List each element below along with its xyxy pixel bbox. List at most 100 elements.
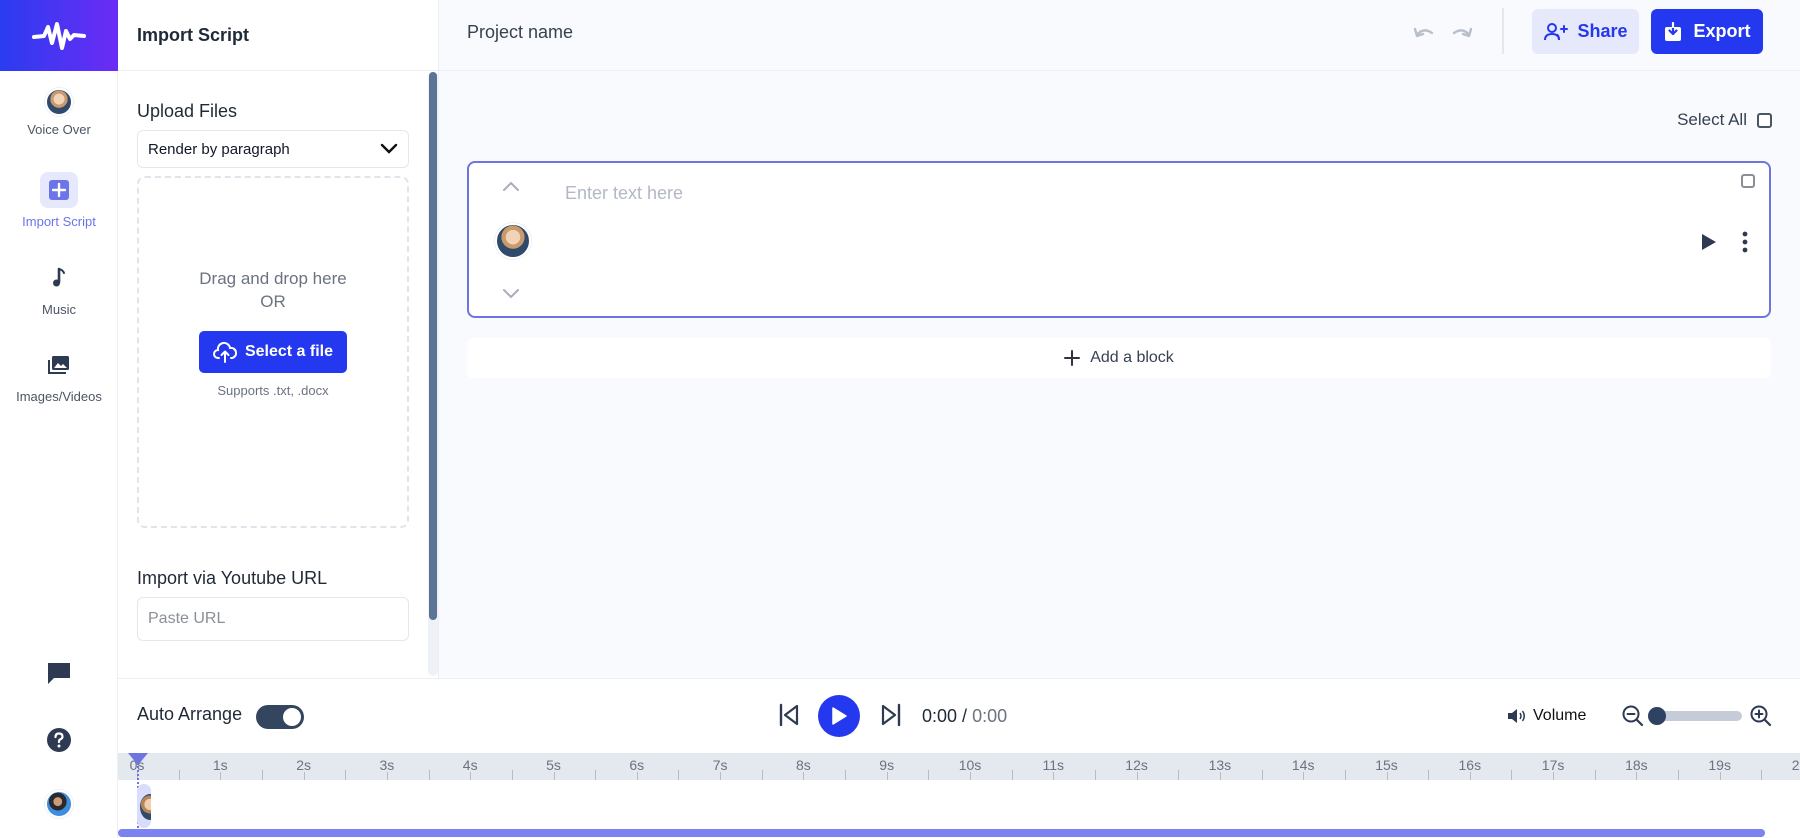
- file-dropzone[interactable]: Drag and drop here OR Select a file Supp…: [137, 176, 409, 528]
- minor-tick: [678, 770, 680, 780]
- add-block-button[interactable]: Add a block: [467, 338, 1771, 378]
- tick-label: 20s: [1791, 757, 1800, 773]
- render-mode-select[interactable]: Render by paragraph: [137, 130, 409, 168]
- voice-over-avatar: [45, 88, 73, 116]
- block-play-icon[interactable]: [1701, 233, 1717, 251]
- tick-label: 19s: [1708, 757, 1731, 773]
- help-icon: [47, 728, 71, 752]
- timeline-scrollbar[interactable]: [118, 829, 1765, 837]
- block-voice-avatar[interactable]: [495, 223, 531, 259]
- timeline[interactable]: 0s 1s 2s 3s 4s 5s 6s 7s 8s 9s 10s 11s 12s 13s 14s 15s 16…: [118, 753, 1800, 838]
- panel-scrollbar-thumb[interactable]: [429, 72, 437, 620]
- speaker-icon: [1508, 709, 1525, 723]
- image-gallery-icon: [48, 356, 69, 374]
- chat-button[interactable]: [0, 660, 118, 686]
- minor-tick: [928, 770, 930, 780]
- chat-icon: [48, 663, 70, 684]
- rail-item-images-videos[interactable]: Images/Videos: [0, 347, 118, 404]
- toggle-knob: [283, 708, 301, 726]
- block-text-input[interactable]: [565, 183, 1615, 204]
- volume-label: Volume: [1533, 707, 1587, 724]
- tick-label: 16s: [1458, 757, 1482, 773]
- major-tick: [803, 772, 805, 780]
- rail-item-label: Images/Videos: [16, 389, 102, 404]
- rail-item-music[interactable]: Music: [0, 260, 118, 317]
- current-time: 0:00: [922, 706, 958, 726]
- editor-main: Project name Share Export Select All Ent…: [439, 0, 1800, 678]
- download-box-icon: [1665, 21, 1682, 41]
- chevron-down-icon: [380, 143, 398, 154]
- auto-arrange-toggle[interactable]: [256, 705, 304, 729]
- skip-forward-icon[interactable]: [880, 703, 902, 727]
- project-name[interactable]: Project name: [467, 22, 573, 43]
- play-button[interactable]: [818, 695, 860, 737]
- minor-tick: [511, 770, 513, 780]
- top-bar: Project name Share Export: [439, 0, 1800, 71]
- or-text: OR: [260, 291, 286, 311]
- major-tick: [970, 772, 971, 780]
- select-file-button[interactable]: Select a file: [198, 330, 348, 373]
- major-tick: [220, 772, 222, 780]
- volume-button[interactable]: Volume: [1507, 707, 1586, 725]
- tick-label: 17s: [1541, 757, 1565, 773]
- more-options-icon[interactable]: [1741, 231, 1749, 253]
- minor-tick: [1094, 770, 1096, 780]
- clip-voice-avatar: [140, 794, 151, 820]
- supported-formats-text: Supports .txt, .docx: [217, 382, 329, 398]
- player-bar: Auto Arrange 0:00 / 0:00 Volume: [118, 678, 1800, 753]
- redo-icon: [1452, 27, 1473, 38]
- minor-tick: [261, 770, 263, 780]
- major-tick: [1053, 772, 1055, 780]
- zoom-slider-handle[interactable]: [1648, 707, 1666, 725]
- waveform-logo-icon: [32, 21, 86, 50]
- move-up-icon[interactable]: [501, 179, 521, 193]
- rail-item-label: Voice Over: [27, 122, 91, 137]
- timeline-clip[interactable]: [137, 784, 151, 828]
- music-note-icon: [53, 267, 65, 287]
- skip-back-icon[interactable]: [778, 703, 800, 727]
- major-tick: [1386, 772, 1388, 780]
- rail-item-import-script[interactable]: Import Script: [0, 172, 118, 229]
- time-separator: /: [957, 706, 973, 726]
- minor-tick: [1678, 770, 1680, 780]
- tick-label: 18s: [1625, 757, 1648, 773]
- major-tick: [1469, 772, 1471, 780]
- major-tick: [386, 772, 388, 780]
- panel-title: Import Script: [118, 0, 438, 71]
- move-down-icon[interactable]: [501, 287, 521, 301]
- zoom-out-icon[interactable]: [1622, 705, 1644, 727]
- tick-label: 4s: [462, 757, 478, 773]
- upload-files-title: Upload Files: [137, 101, 238, 121]
- rail-item-voice-over[interactable]: Voice Over: [0, 88, 118, 137]
- select-all-toggle[interactable]: Select All: [1677, 110, 1772, 130]
- panel-scrollbar[interactable]: [428, 72, 438, 676]
- minor-tick: [428, 770, 430, 780]
- minor-tick: [1594, 770, 1596, 780]
- panel-body: Upload Files Render by paragraph Drag an…: [137, 71, 409, 641]
- app-logo[interactable]: [0, 0, 118, 71]
- auto-arrange-label: Auto Arrange: [137, 704, 243, 724]
- user-avatar-button[interactable]: [0, 790, 118, 818]
- select-all-checkbox[interactable]: [1757, 112, 1772, 128]
- export-button[interactable]: Export: [1651, 9, 1763, 54]
- select-all-label: Select All: [1677, 110, 1747, 129]
- nav-rail: Voice Over Import Script Music Images/Vi…: [0, 0, 118, 838]
- script-block: [467, 161, 1771, 318]
- images-icon-wrap: [40, 347, 78, 383]
- minor-tick: [1011, 770, 1013, 780]
- app-root: Voice Over Import Script Music Images/Vi…: [0, 0, 1800, 838]
- tick-label: 3s: [379, 757, 395, 773]
- help-button[interactable]: [0, 727, 118, 753]
- youtube-import-title: Import via Youtube URL: [137, 568, 328, 588]
- redo-button[interactable]: [1448, 18, 1476, 46]
- undo-button[interactable]: [1410, 18, 1438, 46]
- zoom-in-icon[interactable]: [1750, 705, 1772, 727]
- major-tick: [1719, 772, 1721, 780]
- timeline-ruler[interactable]: 0s 1s 2s 3s 4s 5s 6s 7s 8s 9s 10s 11s 12s 13s 14s 15s 16…: [118, 753, 1800, 780]
- timeline-zoom-slider[interactable]: [1648, 707, 1742, 725]
- minor-tick: [1761, 770, 1763, 780]
- block-checkbox[interactable]: [1741, 174, 1755, 188]
- share-button[interactable]: Share: [1532, 9, 1639, 54]
- major-tick: [1636, 772, 1638, 780]
- youtube-url-input[interactable]: [137, 597, 409, 641]
